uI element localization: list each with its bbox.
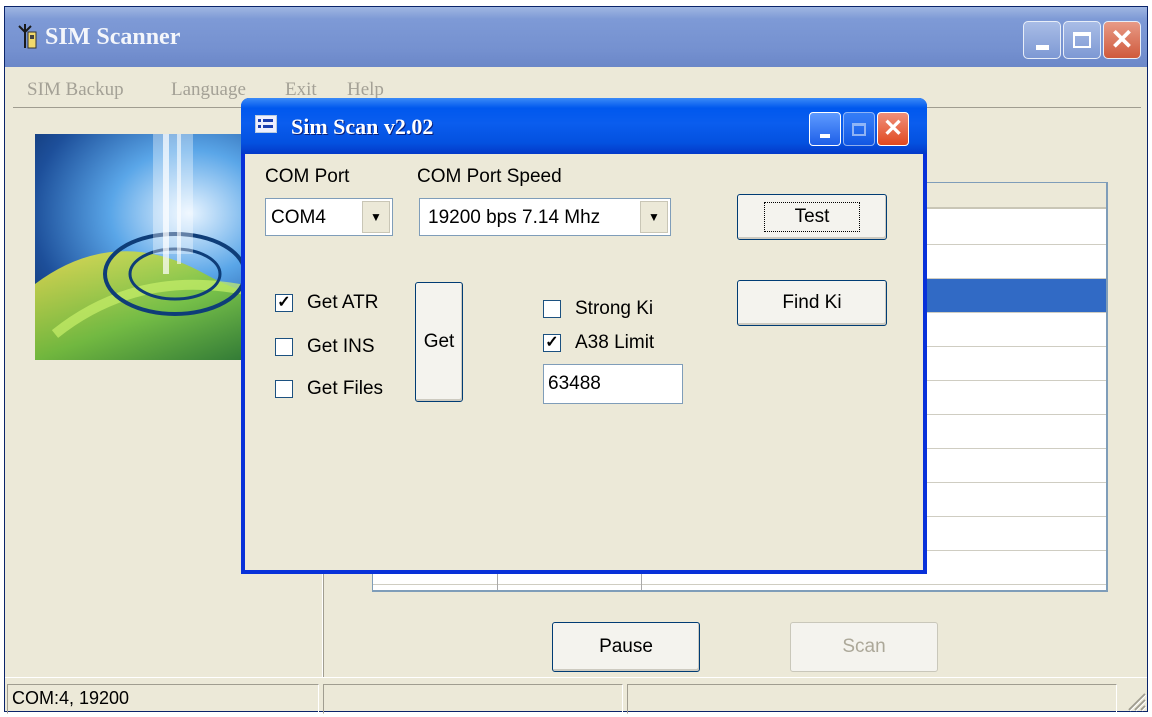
com-port-select[interactable]: COM4 ▼: [265, 198, 393, 236]
com-port-speed-label: COM Port Speed: [417, 166, 562, 187]
get-ins-label: Get INS: [307, 336, 375, 357]
main-minimize-button[interactable]: [1023, 21, 1061, 59]
close-icon: ✕: [1110, 24, 1134, 55]
test-button-label: Test: [763, 202, 861, 232]
com-port-speed-select[interactable]: 19200 bps 7.14 Mhz ▼: [419, 198, 671, 236]
strong-ki-checkbox[interactable]: Strong Ki: [543, 296, 653, 322]
scan-button[interactable]: Scan: [790, 622, 938, 672]
dropdown-arrow-icon[interactable]: ▼: [362, 201, 390, 233]
close-icon: ✕: [882, 115, 904, 142]
status-bar: COM:4, 19200: [5, 677, 1147, 714]
find-ki-button[interactable]: Find Ki: [737, 280, 887, 326]
dialog-body: COM Port COM Port Speed COM4 ▼ 19200 bps…: [245, 154, 923, 570]
status-pane-2: [323, 684, 623, 714]
main-maximize-button[interactable]: [1063, 21, 1101, 59]
pause-button[interactable]: Pause: [552, 622, 700, 672]
minimize-icon: [820, 134, 830, 138]
a38-limit-input[interactable]: 63488: [543, 364, 683, 404]
get-atr-label: Get ATR: [307, 292, 379, 313]
checkmark-icon: ✓: [275, 294, 293, 312]
status-pane-3: [627, 684, 1117, 714]
main-window-title: SIM Scanner: [45, 24, 181, 50]
a38-limit-label: A38 Limit: [575, 332, 655, 353]
menu-language[interactable]: Language: [171, 79, 246, 101]
dialog-maximize-button[interactable]: [843, 112, 875, 146]
get-files-label: Get Files: [307, 378, 384, 399]
resize-grip-icon[interactable]: [1123, 688, 1147, 712]
maximize-icon: [852, 122, 866, 136]
checkbox-box: [543, 300, 561, 318]
dropdown-arrow-icon[interactable]: ▼: [640, 201, 668, 233]
maximize-icon: [1073, 32, 1091, 48]
com-port-value: COM4: [271, 207, 326, 228]
main-title-bar[interactable]: SIM Scanner ✕: [5, 7, 1147, 67]
test-button[interactable]: Test: [737, 194, 887, 240]
get-button[interactable]: Get: [415, 282, 463, 402]
dialog-title: Sim Scan v2.02: [291, 114, 434, 139]
status-connection: COM:4, 19200: [7, 684, 319, 714]
a38-limit-checkbox[interactable]: ✓ A38 Limit: [543, 330, 654, 356]
main-close-button[interactable]: ✕: [1103, 21, 1141, 59]
get-files-checkbox[interactable]: Get Files: [275, 376, 383, 402]
com-port-label: COM Port: [265, 166, 350, 187]
strong-ki-label: Strong Ki: [575, 298, 654, 319]
checkbox-box: [275, 338, 293, 356]
minimize-icon: [1035, 44, 1049, 50]
sim-scan-dialog: Sim Scan v2.02 ✕ COM Port COM Port Speed…: [241, 98, 927, 574]
app-icon: [18, 24, 37, 49]
dialog-title-bar[interactable]: Sim Scan v2.02 ✕: [241, 98, 927, 154]
menu-sim-backup[interactable]: SIM Backup: [27, 79, 124, 101]
dialog-app-icon: [255, 115, 277, 133]
checkmark-icon: ✓: [543, 334, 561, 352]
dialog-minimize-button[interactable]: [809, 112, 841, 146]
com-port-speed-value: 19200 bps 7.14 Mhz: [428, 207, 601, 228]
dialog-close-button[interactable]: ✕: [877, 112, 909, 146]
get-atr-checkbox[interactable]: ✓ Get ATR: [275, 290, 378, 316]
get-ins-checkbox[interactable]: Get INS: [275, 334, 375, 360]
checkbox-box: [275, 380, 293, 398]
